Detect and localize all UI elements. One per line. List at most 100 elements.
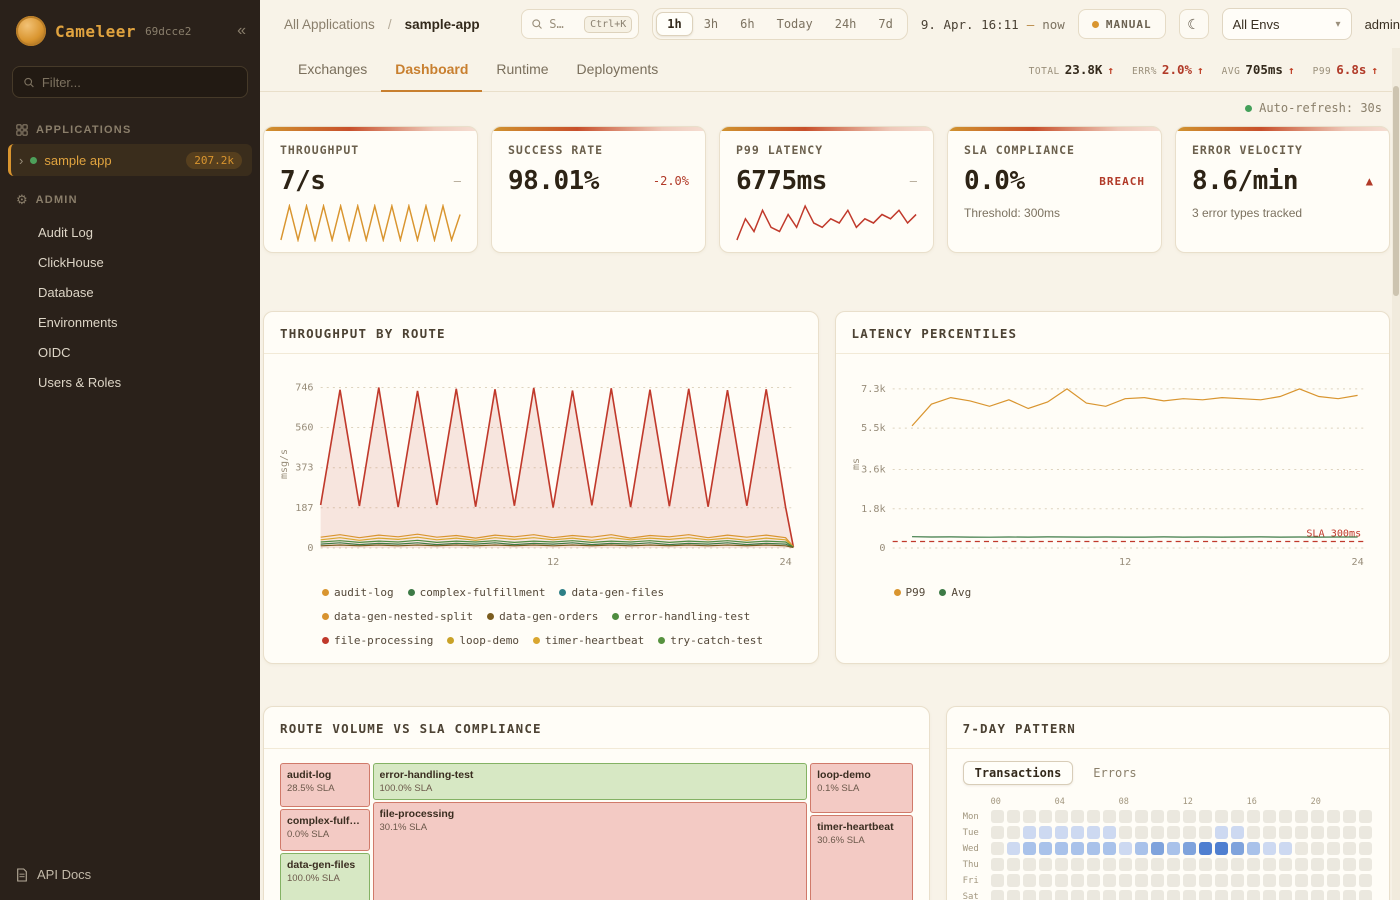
heatmap-cell — [1055, 842, 1068, 855]
legend-item-file-processing[interactable]: file-processing — [322, 634, 433, 647]
treemap-cell-file-processing[interactable]: file-processing30.1% SLA — [373, 802, 808, 900]
legend-item-audit-log[interactable]: audit-log — [322, 586, 394, 599]
heatmap-cell — [1167, 842, 1180, 855]
treemap-cell-sla: 0.1% SLA — [817, 783, 905, 794]
dark-mode-toggle[interactable]: ☾ — [1179, 9, 1209, 39]
heatmap-cell — [1359, 890, 1372, 900]
legend-item-complex-fulfillment[interactable]: complex-fulfillment — [408, 586, 546, 599]
svg-text:24: 24 — [1351, 557, 1363, 568]
heatmap-cell — [1279, 890, 1292, 900]
time-range-3h[interactable]: 3h — [693, 12, 729, 36]
sidebar-filter[interactable] — [12, 66, 248, 98]
time-range-1h[interactable]: 1h — [656, 12, 692, 36]
treemap-cell-error-handling-test[interactable]: error-handling-test100.0% SLA — [373, 763, 808, 800]
user-menu[interactable]: admin — [1365, 17, 1400, 32]
heatmap-cell — [1327, 874, 1340, 887]
heatmap-cell — [1135, 810, 1148, 823]
heatmap-cell — [1247, 826, 1260, 839]
heatmap-cell — [1311, 874, 1324, 887]
time-range-today[interactable]: Today — [766, 12, 824, 36]
time-range-7d[interactable]: 7d — [867, 12, 903, 36]
pattern-toggle-group: Transactions Errors — [947, 749, 1389, 791]
stat-total: TOTAL 23.8K ↑ — [1029, 62, 1114, 77]
legend-item-try-catch-test[interactable]: try-catch-test — [658, 634, 763, 647]
heatmap-cell — [1279, 810, 1292, 823]
svg-text:560: 560 — [295, 423, 313, 434]
legend-item-timer-heartbeat[interactable]: timer-heartbeat — [533, 634, 644, 647]
sidebar-item-oidc[interactable]: OIDC — [0, 338, 260, 368]
environment-select[interactable]: All Envs ▾ — [1222, 8, 1352, 40]
heatmap-cell — [1151, 858, 1164, 871]
sidebar-item-audit-log[interactable]: Audit Log — [0, 218, 260, 248]
svg-text:12: 12 — [547, 557, 559, 568]
heatmap-cell — [1023, 874, 1036, 887]
manual-status-dot — [1092, 21, 1099, 28]
heatmap-cell — [1071, 858, 1084, 871]
heatmap-cell — [1087, 810, 1100, 823]
auto-refresh-label: Auto-refresh: 30s — [1259, 101, 1382, 115]
sidebar-collapse-icon[interactable]: « — [237, 22, 246, 40]
legend-item-Avg[interactable]: Avg — [939, 586, 971, 599]
global-search[interactable]: S… Ctrl+K — [521, 9, 639, 39]
heatmap-cell — [1199, 810, 1212, 823]
heatmap-cell — [1247, 874, 1260, 887]
stat-label: ERR% — [1132, 66, 1157, 77]
api-docs-link[interactable]: API Docs — [0, 853, 260, 900]
treemap-cell-complex-fulfillment[interactable]: complex-fulfillment0.0% SLA — [280, 809, 370, 851]
heatmap-cell — [1343, 874, 1356, 887]
time-range-6h[interactable]: 6h — [729, 12, 765, 36]
search-icon — [23, 76, 35, 89]
admin-nav: Audit Log ClickHouse Database Environmen… — [0, 216, 260, 400]
sidebar-item-environments[interactable]: Environments — [0, 308, 260, 338]
treemap-cell-data-gen-files[interactable]: data-gen-files100.0% SLA — [280, 853, 370, 900]
stat-value: 6.8s — [1336, 62, 1366, 77]
svg-text:msg/s: msg/s — [279, 449, 290, 479]
heatmap-hour-label: 12 — [1183, 797, 1196, 807]
legend-item-data-gen-nested-split[interactable]: data-gen-nested-split — [322, 610, 473, 623]
legend-dot — [612, 613, 619, 620]
date-range[interactable]: 9. Apr. 16:11 — now — [921, 17, 1065, 32]
time-range-24h[interactable]: 24h — [824, 12, 868, 36]
heatmap-cell — [1279, 842, 1292, 855]
sidebar-item-sample-app[interactable]: › sample app 207.2k — [8, 144, 252, 176]
filter-input[interactable] — [42, 75, 237, 90]
heatmap-cell — [1119, 858, 1132, 871]
toggle-transactions[interactable]: Transactions — [963, 761, 1074, 785]
tab-runtime[interactable]: Runtime — [482, 48, 562, 92]
legend-item-loop-demo[interactable]: loop-demo — [447, 634, 519, 647]
heatmap-cell — [1071, 842, 1084, 855]
kpi-card-success-rate: SUCCESS RATE 98.01% -2.0% — [491, 126, 706, 253]
legend-item-error-handling-test[interactable]: error-handling-test — [612, 610, 750, 623]
heatmap-cell — [1279, 826, 1292, 839]
kpi-title: P99 LATENCY — [736, 143, 917, 157]
manual-refresh-button[interactable]: MANUAL — [1078, 9, 1166, 39]
sidebar-item-users-roles[interactable]: Users & Roles — [0, 368, 260, 398]
heatmap-cell — [1055, 826, 1068, 839]
treemap-cell-timer-heartbeat[interactable]: timer-heartbeat30.6% SLA — [810, 815, 912, 900]
scrollbar-thumb[interactable] — [1393, 86, 1399, 296]
heatmap-cell — [1199, 890, 1212, 900]
tab-deployments[interactable]: Deployments — [563, 48, 673, 92]
stat-value: 23.8K — [1065, 62, 1103, 77]
heatmap-cell — [991, 842, 1004, 855]
legend-item-P99[interactable]: P99 — [894, 586, 926, 599]
legend-item-data-gen-files[interactable]: data-gen-files — [559, 586, 664, 599]
heatmap-cell — [1135, 890, 1148, 900]
breadcrumb-root[interactable]: All Applications — [284, 17, 375, 32]
heatmap-cell — [1135, 858, 1148, 871]
toggle-errors[interactable]: Errors — [1081, 761, 1148, 785]
treemap-cell-audit-log[interactable]: audit-log28.5% SLA — [280, 763, 370, 807]
legend-dot — [559, 589, 566, 596]
svg-text:7.3k: 7.3k — [861, 384, 885, 395]
tab-dashboard[interactable]: Dashboard — [381, 48, 482, 92]
scrollbar[interactable] — [1392, 48, 1400, 900]
arrow-up-icon: ↑ — [1197, 64, 1204, 77]
sidebar-item-database[interactable]: Database — [0, 278, 260, 308]
heatmap-cell — [1327, 858, 1340, 871]
sidebar-item-clickhouse[interactable]: ClickHouse — [0, 248, 260, 278]
heatmap-cell — [1055, 874, 1068, 887]
treemap-cell-loop-demo[interactable]: loop-demo0.1% SLA — [810, 763, 912, 813]
heatmap-cell — [1215, 810, 1228, 823]
legend-item-data-gen-orders[interactable]: data-gen-orders — [487, 610, 598, 623]
tab-exchanges[interactable]: Exchanges — [284, 48, 381, 92]
